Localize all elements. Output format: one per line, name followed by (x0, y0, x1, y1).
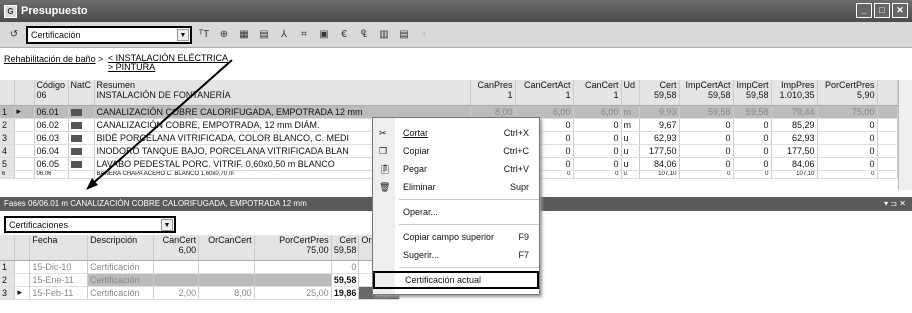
copy-icon: ❐ (379, 145, 388, 156)
context-menu: ✂ Cortar Ctrl+X ❐ Copiar Ctrl+C 📋︎ Pegar Ctrl+… (372, 117, 540, 295)
menu-item-label: Sugerir... (403, 250, 440, 260)
menu-item-copiar[interactable]: ❐ Copiar Ctrl+C (373, 142, 539, 160)
menu-shortcut: Supr (509, 182, 529, 192)
menu-item-label: Cortar (403, 128, 429, 138)
menu-shortcut: Ctrl+V (503, 164, 529, 174)
menu-item-eliminar[interactable]: 🗑︎ Eliminar Supr (373, 178, 539, 196)
menu-item-label: Pegar (403, 164, 428, 174)
menu-item-label: Operar... (403, 207, 439, 217)
menu-shortcut: F7 (518, 250, 529, 260)
menu-shortcut: Ctrl+C (503, 146, 529, 156)
menu-item-operar[interactable]: Operar... (373, 203, 539, 221)
menu-item-label: Copiar campo superior (403, 232, 495, 242)
menu-separator (399, 199, 539, 200)
menu-item-sugerir[interactable]: Sugerir... F7 (373, 246, 539, 264)
menu-separator (399, 267, 539, 268)
scissors-icon: ✂ (379, 127, 387, 138)
menu-item-certificacion-actual[interactable]: Certificación actual (373, 271, 539, 289)
menu-separator (399, 224, 539, 225)
menu-item-pegar[interactable]: 📋︎ Pegar Ctrl+V (373, 160, 539, 178)
menu-item-label: Eliminar (403, 182, 436, 192)
menu-item-label: Certificación actual (405, 275, 482, 285)
menu-item-cortar[interactable]: ✂ Cortar Ctrl+X (373, 124, 539, 142)
menu-shortcut: F9 (518, 232, 529, 242)
annotation-arrow-line (89, 59, 233, 187)
menu-item-copiar-campo-superior[interactable]: Copiar campo superior F9 (373, 228, 539, 246)
trash-icon: 🗑︎ (379, 181, 391, 192)
paste-icon: 📋︎ (379, 163, 391, 174)
menu-shortcut: Ctrl+X (503, 128, 529, 138)
menu-item-label: Copiar (403, 146, 430, 156)
